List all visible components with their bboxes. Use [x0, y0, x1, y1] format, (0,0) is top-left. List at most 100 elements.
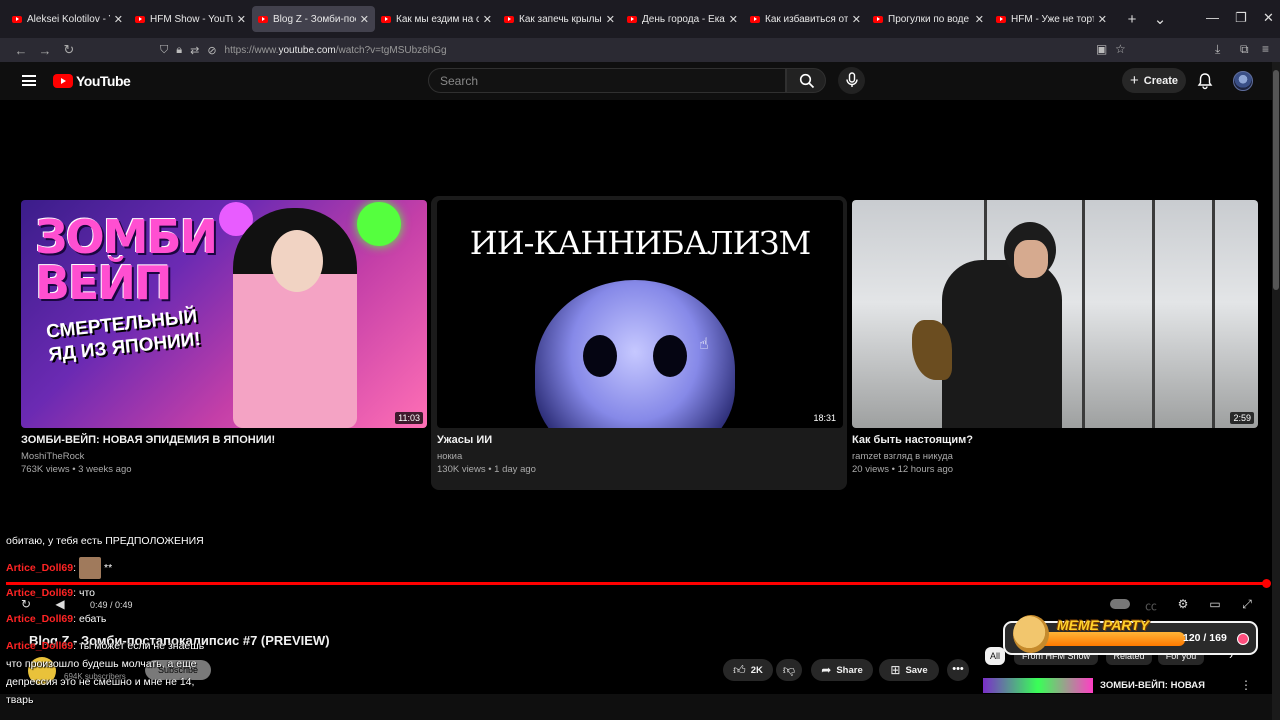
url-path: /watch?v=tgMSUbz6hGg: [335, 44, 447, 56]
video-title[interactable]: Как быть настоящим?: [852, 434, 1258, 446]
scrubber-handle[interactable]: [1262, 579, 1271, 588]
browser-tab[interactable]: Aleksei Kolotilov - YouTube✕: [6, 6, 129, 32]
chip-all[interactable]: All: [985, 647, 1005, 665]
window-close-icon[interactable]: ✕: [1263, 10, 1274, 26]
close-icon[interactable]: ✕: [729, 13, 738, 26]
thumbnail-face: [271, 230, 323, 292]
dislike-button[interactable]: 👎︎: [776, 659, 802, 681]
end-screen-video-card[interactable]: 2:59 Как быть настоящим? ramzet взгляд в…: [852, 200, 1258, 475]
more-actions-icon[interactable]: •••: [947, 659, 969, 681]
youtube-favicon-icon: [996, 15, 1006, 23]
theater-mode-icon[interactable]: ▭: [1206, 597, 1224, 611]
hamburger-menu-icon[interactable]: [22, 75, 36, 86]
reader-view-icon[interactable]: ▣: [1096, 42, 1107, 56]
youtube-favicon-icon: [504, 15, 514, 23]
video-channel[interactable]: ramzet взгляд в никуда: [852, 451, 1258, 462]
youtube-favicon-icon: [12, 15, 22, 23]
new-tab-icon[interactable]: +: [1123, 11, 1141, 28]
chat-username: Artice_Doll69: [6, 613, 74, 625]
end-screen-video-card[interactable]: ИИ-КАННИБАЛИЗМ 18:31 Ужасы ИИ нокиа 130K…: [437, 200, 843, 475]
close-icon[interactable]: ✕: [483, 13, 492, 26]
search-input[interactable]: [429, 69, 785, 92]
maximize-icon[interactable]: ❐: [1235, 10, 1247, 26]
replay-icon[interactable]: ↻: [17, 597, 35, 611]
plus-icon: +: [1129, 72, 1139, 89]
video-thumbnail[interactable]: ИИ-КАННИБАЛИЗМ 18:31: [437, 200, 843, 428]
video-thumbnail[interactable]: ЗОМБИ ВЕЙП СМЕРТЕЛЬНЫЙ ЯД ИЗ ЯПОНИИ! 11:…: [21, 200, 427, 428]
video-title[interactable]: Ужасы ИИ: [437, 434, 843, 446]
thumbnail-headline: ЗОМБИ ВЕЙП: [35, 210, 218, 310]
thumbnail-leaves: [912, 320, 952, 380]
reload-icon[interactable]: ↻: [57, 42, 81, 58]
close-icon[interactable]: ✕: [606, 13, 615, 26]
browser-tab[interactable]: Как запечь крылышки✕: [498, 6, 621, 32]
voice-search-button[interactable]: [838, 67, 865, 94]
search-button[interactable]: [786, 68, 826, 93]
progress-fill: [6, 582, 1268, 585]
tree-decoration: [1152, 200, 1155, 428]
more-vertical-icon[interactable]: ⋮: [1240, 678, 1252, 692]
browser-tab[interactable]: HFM - Уже не торт - YouTube✕: [990, 6, 1113, 32]
chat-username: Artice_Doll69: [6, 561, 74, 574]
chat-username: Artice_Doll69: [6, 587, 74, 599]
close-icon[interactable]: ✕: [975, 13, 984, 26]
video-meta: 130K views • 1 day ago: [437, 464, 536, 475]
forward-icon[interactable]: →: [33, 43, 57, 58]
volume-icon[interactable]: ◀: [51, 597, 69, 611]
extensions-icon[interactable]: ⧉: [1240, 42, 1249, 57]
autoplay-toggle[interactable]: [1110, 599, 1130, 609]
close-icon[interactable]: ✕: [114, 13, 123, 26]
lock-icon: 🔒︎: [176, 43, 183, 56]
notifications-bell-icon[interactable]: [1197, 72, 1213, 90]
settings-gear-icon[interactable]: ⚙: [1174, 597, 1192, 611]
browser-tab-active[interactable]: Blog Z - Зомби-постапокалипсис✕: [252, 6, 375, 32]
share-button[interactable]: ➦ Share: [811, 659, 873, 681]
chat-user-image: [79, 557, 102, 579]
video-thumbnail[interactable]: 2:59: [852, 200, 1258, 428]
browser-tab[interactable]: День города - Екатеринбург✕: [621, 6, 744, 32]
browser-tab[interactable]: Прогулки по воде - YouTube✕: [867, 6, 990, 32]
back-icon[interactable]: ←: [9, 43, 33, 58]
close-icon[interactable]: ✕: [237, 13, 246, 26]
browser-tab-bar: Aleksei Kolotilov - YouTube✕ HFM Show - …: [0, 0, 1280, 38]
thumbs-up-icon: 👍︎: [733, 662, 746, 677]
url-prefix: https://www.: [224, 44, 279, 56]
close-icon[interactable]: ✕: [852, 13, 861, 26]
bookmark-star-icon[interactable]: ☆: [1115, 42, 1126, 56]
youtube-logo[interactable]: YouTube: [53, 73, 131, 89]
scrollbar-thumb[interactable]: [1273, 70, 1279, 290]
minimize-icon[interactable]: —: [1206, 10, 1219, 25]
chat-username: Artice_Doll69: [6, 640, 74, 652]
chevron-down-icon[interactable]: ⌄: [1151, 10, 1169, 28]
user-avatar[interactable]: [1233, 71, 1253, 91]
sidebar-video-thumbnail[interactable]: [983, 678, 1093, 693]
subtitles-icon[interactable]: ㏄: [1142, 597, 1160, 614]
video-duration: 2:59: [1230, 412, 1254, 424]
like-button[interactable]: 👍︎ 2K: [723, 659, 773, 681]
create-button[interactable]: + Create: [1122, 68, 1186, 93]
video-channel[interactable]: нокиа: [437, 451, 843, 462]
browser-tab[interactable]: Как избавиться от осени✕: [744, 6, 867, 32]
page-scrollbar[interactable]: [1272, 62, 1280, 720]
downloads-icon[interactable]: ⤓: [1215, 42, 1220, 57]
tree-decoration: [1082, 200, 1085, 428]
sidebar-video-title[interactable]: ЗОМБИ-ВЕЙП: НОВАЯ: [1100, 680, 1205, 691]
app-menu-icon[interactable]: ≡: [1262, 42, 1269, 56]
chat-message: Artice_Doll69: что: [6, 587, 95, 599]
end-screen-video-card[interactable]: ЗОМБИ ВЕЙП СМЕРТЕЛЬНЫЙ ЯД ИЗ ЯПОНИИ! 11:…: [21, 200, 427, 475]
save-button[interactable]: ⊞ Save: [879, 659, 939, 681]
browser-tab[interactable]: Как мы ездим на съемки✕: [375, 6, 498, 32]
youtube-favicon-icon: [135, 15, 145, 23]
browser-tab[interactable]: HFM Show - YouTube✕: [129, 6, 252, 32]
microphone-icon: [846, 72, 858, 87]
fullscreen-icon[interactable]: ⤢: [1238, 597, 1256, 612]
address-bar[interactable]: ⛉ 🔒︎ ⇄ ⊘ https://www. youtube.com/watch?v…: [160, 40, 1130, 60]
tree-decoration: [1212, 200, 1215, 428]
close-icon[interactable]: ✕: [360, 13, 369, 26]
video-progress-bar[interactable]: [6, 579, 1271, 588]
video-title[interactable]: ЗОМБИ-ВЕЙП: НОВАЯ ЭПИДЕМИЯ В ЯПОНИИ!: [21, 434, 427, 446]
video-meta: 20 views • 12 hours ago: [852, 464, 954, 475]
close-icon[interactable]: ✕: [1098, 13, 1107, 26]
video-channel[interactable]: MoshiTheRock: [21, 451, 427, 462]
youtube-play-logo-icon: [53, 74, 73, 88]
